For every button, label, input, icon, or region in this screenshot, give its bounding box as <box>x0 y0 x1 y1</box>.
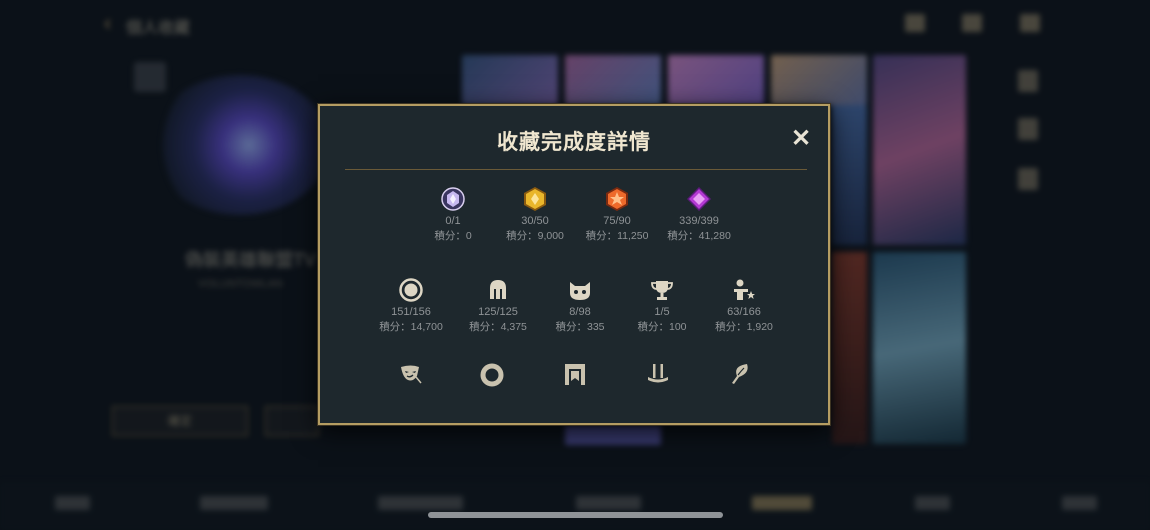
stat-score: 積分：41,280 <box>667 230 731 242</box>
poro-icon <box>570 282 590 300</box>
bottom-nav <box>0 482 1150 530</box>
stat-count: 8/98 <box>569 306 591 318</box>
background-secondary-button[interactable] <box>265 406 319 436</box>
rarity-stat-mythic: 30/50 積分：9,000 <box>490 186 580 243</box>
collection-stat-ward <box>447 361 537 387</box>
donut-icon <box>480 363 504 387</box>
collection-stat-icon <box>695 361 785 387</box>
skin-card[interactable] <box>832 105 867 245</box>
stat-score: 積分：14,700 <box>379 321 443 333</box>
skin-card[interactable] <box>832 252 867 444</box>
back-chevron-icon[interactable]: ‹ <box>104 10 111 36</box>
bottom-tab[interactable] <box>576 496 641 510</box>
stat-count: 30/50 <box>521 215 549 227</box>
close-button[interactable]: ✕ <box>788 126 814 152</box>
side-icon-1[interactable] <box>1018 70 1038 92</box>
collection-stat-champion: 63/166 積分：1,920 <box>699 277 789 334</box>
profile-name: 偽裝英雄聯盟TV 極 <box>185 250 340 270</box>
mythic-rarity-gem-icon <box>524 187 546 211</box>
stat-score: 積分：1,920 <box>715 321 773 333</box>
skin-card[interactable] <box>565 55 661 105</box>
stat-count: 1/5 <box>654 306 670 318</box>
skin-card[interactable] <box>668 55 764 105</box>
stat-count: 151/156 <box>391 306 431 318</box>
profile-subtitle: VOLUNTOWLAN <box>198 278 283 290</box>
top-bar: ‹ 個人收藏 <box>0 0 1150 48</box>
side-icon-3[interactable] <box>1018 168 1038 190</box>
stat-count: 75/90 <box>603 215 631 227</box>
stat-score: 積分：0 <box>434 230 472 242</box>
banner-icon <box>565 364 585 385</box>
bottom-tab[interactable] <box>378 496 463 510</box>
stat-score: 積分：11,250 <box>585 230 649 242</box>
skin-card[interactable] <box>873 252 966 444</box>
skin-card[interactable] <box>771 55 867 105</box>
profile-emblem <box>150 75 330 215</box>
modal-title: 收藏完成度詳情 <box>497 131 651 154</box>
trophy-icon <box>651 281 673 300</box>
legendary-rarity-gem-icon <box>606 187 628 211</box>
stat-count: 0/1 <box>445 215 461 227</box>
friends-icon[interactable] <box>1020 14 1040 32</box>
skin-card[interactable] <box>462 55 558 105</box>
ultimate-rarity-gem-icon <box>441 187 465 211</box>
side-icon-2[interactable] <box>1018 118 1038 140</box>
collection-stat-pedestal <box>613 361 703 387</box>
rarity-stat-legendary: 75/90 積分：11,250 <box>572 186 662 243</box>
bottom-tab[interactable] <box>1062 496 1097 510</box>
stat-count: 63/166 <box>727 306 761 318</box>
stat-score: 積分：335 <box>555 321 605 333</box>
stat-score: 積分：100 <box>637 321 687 333</box>
mask-icon <box>401 365 422 384</box>
ring-icon <box>399 278 423 302</box>
stat-score: 積分：9,000 <box>506 230 564 242</box>
bottom-tab[interactable] <box>55 496 90 510</box>
collection-stat-banner <box>530 361 620 387</box>
helmet-icon <box>490 280 506 299</box>
header-title: 個人收藏 <box>126 20 191 37</box>
stat-score: 積分：4,375 <box>469 321 527 333</box>
bottom-tab[interactable] <box>200 496 268 510</box>
stat-count: 339/399 <box>679 215 719 227</box>
collection-stat-poro: 8/98 積分：335 <box>535 277 625 334</box>
collection-details-modal: 收藏完成度詳情 ✕ 0/1 積分：0 30/50 積分：9,000 75/90 … <box>318 104 830 425</box>
rarity-stat-epic: 339/399 積分：41,280 <box>654 186 744 243</box>
collection-stat-trophy: 1/5 積分：100 <box>617 277 707 334</box>
bottom-tab[interactable] <box>915 496 950 510</box>
chat-icon[interactable] <box>962 14 982 32</box>
skin-card[interactable] <box>873 55 966 245</box>
epic-rarity-gem-icon <box>687 187 711 211</box>
collection-stat-helmet: 125/125 積分：4,375 <box>453 277 543 334</box>
rarity-stat-ultimate: 0/1 積分：0 <box>408 186 498 243</box>
title-divider <box>345 169 807 170</box>
background-confirm-button[interactable]: 確定 <box>112 406 248 436</box>
skin-card[interactable] <box>565 425 661 445</box>
profile-badge <box>134 62 166 92</box>
home-indicator <box>428 512 723 518</box>
stat-count: 125/125 <box>478 306 518 318</box>
feather-icon <box>732 364 748 384</box>
pedestal-icon <box>648 364 668 383</box>
collection-stat-emote <box>366 361 456 387</box>
shop-icon[interactable] <box>905 14 925 32</box>
person-star-icon <box>734 279 755 300</box>
collection-stat-ring: 151/156 積分：14,700 <box>366 277 456 334</box>
bottom-tab-active[interactable] <box>752 496 812 510</box>
